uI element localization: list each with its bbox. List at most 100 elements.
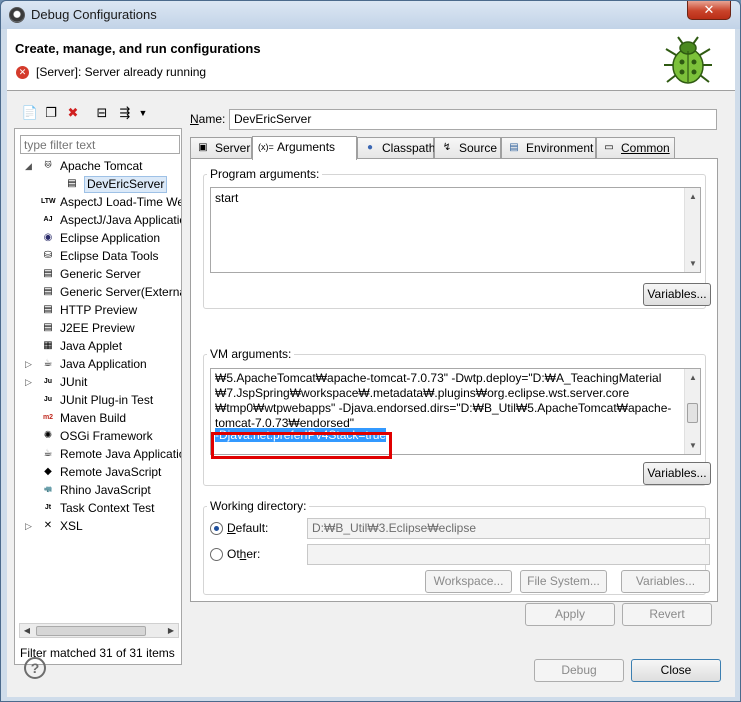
- tree-horizontal-scrollbar[interactable]: ◀ ▶: [19, 623, 179, 638]
- environment-tab-icon: ▤: [509, 142, 519, 153]
- duplicate-config-icon[interactable]: ❐: [42, 104, 60, 122]
- tree-item-label: AspectJ Load-Time Weaving: [60, 195, 181, 209]
- new-config-icon[interactable]: 📄: [21, 104, 39, 122]
- other-dir-radio[interactable]: [210, 548, 223, 561]
- tree-item[interactable]: Ju JUnit Plug-in Test: [25, 391, 181, 409]
- tree-item-label: J2EE Preview: [60, 321, 135, 335]
- tab-common[interactable]: ▭ Common: [596, 137, 675, 159]
- tree-item[interactable]: ✺ OSGi Framework: [25, 427, 181, 445]
- other-dir-field[interactable]: [307, 544, 710, 565]
- tree-item[interactable]: ◉ Eclipse Application: [25, 229, 181, 247]
- tree-item-label: Generic Server: [60, 267, 141, 281]
- scroll-up-icon[interactable]: ▲: [685, 189, 700, 204]
- tab-classpath[interactable]: ● Classpath: [357, 137, 435, 159]
- dialog-header-message: [Server]: Server already running: [36, 65, 207, 79]
- debug-button[interactable]: Debug: [534, 659, 624, 682]
- aj-icon: AJ: [43, 216, 53, 223]
- scroll-down-icon[interactable]: ▼: [685, 438, 700, 453]
- working-dir-variables-button[interactable]: Variables...: [621, 570, 710, 593]
- xsl-icon: ✕: [43, 520, 53, 531]
- apply-button[interactable]: Apply: [525, 603, 615, 626]
- default-dir-radio[interactable]: [210, 522, 223, 535]
- title-bar[interactable]: Debug Configurations ✕: [1, 1, 740, 29]
- close-button[interactable]: Close: [631, 659, 721, 682]
- rhino-icon: 🦏: [43, 486, 53, 493]
- default-dir-label: Default:: [227, 521, 269, 535]
- tree-item-label: DevEricServer: [84, 176, 168, 193]
- filter-config-icon[interactable]: ⇶: [116, 104, 134, 122]
- tree-item[interactable]: LTW AspectJ Load-Time Weaving: [25, 193, 181, 211]
- tree-item-label: XSL: [60, 519, 83, 533]
- tree-item[interactable]: ▦ Java Applet: [25, 337, 181, 355]
- scroll-right-icon[interactable]: ▶: [164, 624, 178, 637]
- maven-icon: m2: [42, 414, 54, 421]
- arguments-tab-content: Program arguments: start ▲ ▼ Variables..…: [190, 158, 718, 602]
- tree-item[interactable]: ☕ Remote Java Application: [25, 445, 181, 463]
- tree-item-label: Task Context Test: [60, 501, 155, 515]
- window-title: Debug Configurations: [31, 7, 157, 22]
- tree-item[interactable]: Jt Task Context Test: [25, 499, 181, 517]
- tab-server[interactable]: ▣ Server: [190, 137, 252, 159]
- tree-item[interactable]: ▤ J2EE Preview: [25, 319, 181, 337]
- filter-input[interactable]: [20, 135, 180, 154]
- scrollbar-thumb[interactable]: [36, 626, 146, 636]
- tree-item[interactable]: AJ AspectJ/Java Application: [25, 211, 181, 229]
- scroll-down-icon[interactable]: ▼: [685, 256, 700, 271]
- server-icon: ▤: [43, 286, 53, 297]
- program-args-variables-button[interactable]: Variables...: [643, 283, 711, 306]
- help-icon[interactable]: ?: [24, 657, 46, 679]
- scroll-up-icon[interactable]: ▲: [685, 370, 700, 385]
- filter-status: Filter matched 31 of 31 items: [20, 646, 175, 660]
- collapse-arrow-icon[interactable]: ▷: [25, 355, 35, 373]
- server-config-icon: ▤: [67, 178, 77, 189]
- server-icon: ▤: [43, 322, 53, 333]
- tree-item[interactable]: ▷ ✕ XSL: [25, 517, 181, 535]
- vm-args-variables-button[interactable]: Variables...: [643, 462, 711, 485]
- tab-arguments[interactable]: (x)= Arguments: [252, 136, 357, 160]
- debug-configurations-window: Debug Configurations ✕ Create, manage, a…: [0, 0, 741, 702]
- tree-item[interactable]: ⛁ Eclipse Data Tools: [25, 247, 181, 265]
- tree-item[interactable]: ▤ DevEricServer: [25, 175, 181, 193]
- vm-arguments-label: VM arguments:: [207, 347, 295, 361]
- delete-config-icon[interactable]: ✖: [64, 104, 82, 122]
- scrollbar-thumb[interactable]: [687, 403, 698, 423]
- tree-item[interactable]: ▤ HTTP Preview: [25, 301, 181, 319]
- tab-source[interactable]: ↯ Source: [434, 137, 501, 159]
- tree-item[interactable]: m2 Maven Build: [25, 409, 181, 427]
- tree-item[interactable]: ◢ 🐱 Apache Tomcat: [25, 157, 181, 175]
- config-name-field[interactable]: DevEricServer: [229, 109, 717, 130]
- tree-item[interactable]: ▤ Generic Server(External: [25, 283, 181, 301]
- collapse-arrow-icon[interactable]: ▷: [25, 373, 35, 391]
- window-close-button[interactable]: ✕: [687, 1, 731, 20]
- tree-item-label: HTTP Preview: [60, 303, 138, 317]
- view-menu-chevron-down-icon[interactable]: ▼: [134, 104, 152, 122]
- scroll-left-icon[interactable]: ◀: [20, 624, 34, 637]
- remote-js-icon: ◆: [44, 466, 52, 477]
- working-directory-label: Working directory:: [207, 499, 310, 513]
- expand-arrow-icon[interactable]: ◢: [25, 157, 35, 175]
- collapse-arrow-icon[interactable]: ▷: [25, 517, 35, 535]
- tree-item[interactable]: ▷ Ju JUnit: [25, 373, 181, 391]
- tree-item-label: OSGi Framework: [60, 429, 153, 443]
- config-tree: ◢ 🐱 Apache Tomcat ▤ DevEricServer LTW AspectJ …: [15, 157, 181, 597]
- tab-environment[interactable]: ▤ Environment: [501, 137, 596, 159]
- tree-item[interactable]: ▤ Generic Server: [25, 265, 181, 283]
- tree-item-label: Eclipse Data Tools: [60, 249, 159, 263]
- tree-item[interactable]: ◆ Remote JavaScript: [25, 463, 181, 481]
- revert-button[interactable]: Revert: [622, 603, 712, 626]
- osgi-icon: ✺: [43, 430, 53, 441]
- tree-item[interactable]: 🦏 Rhino JavaScript: [25, 481, 181, 499]
- collapse-all-icon[interactable]: ⊟: [93, 104, 111, 122]
- tree-item[interactable]: ▷ ☕ Java Application: [25, 355, 181, 373]
- remote-java-icon: ☕: [43, 448, 53, 459]
- file-system-button[interactable]: File System...: [520, 570, 607, 593]
- database-icon: ⛁: [43, 250, 53, 261]
- program-args-scrollbar[interactable]: ▲ ▼: [684, 188, 700, 272]
- name-label: Name:: [190, 112, 226, 126]
- program-arguments-textarea[interactable]: start ▲ ▼: [210, 187, 701, 273]
- workspace-button[interactable]: Workspace...: [425, 570, 512, 593]
- tree-item-label: Remote Java Application: [60, 447, 181, 461]
- bug-banner-icon: [664, 36, 712, 84]
- eclipse-icon: ◉: [43, 232, 53, 243]
- vm-args-scrollbar[interactable]: ▲ ▼: [684, 369, 700, 454]
